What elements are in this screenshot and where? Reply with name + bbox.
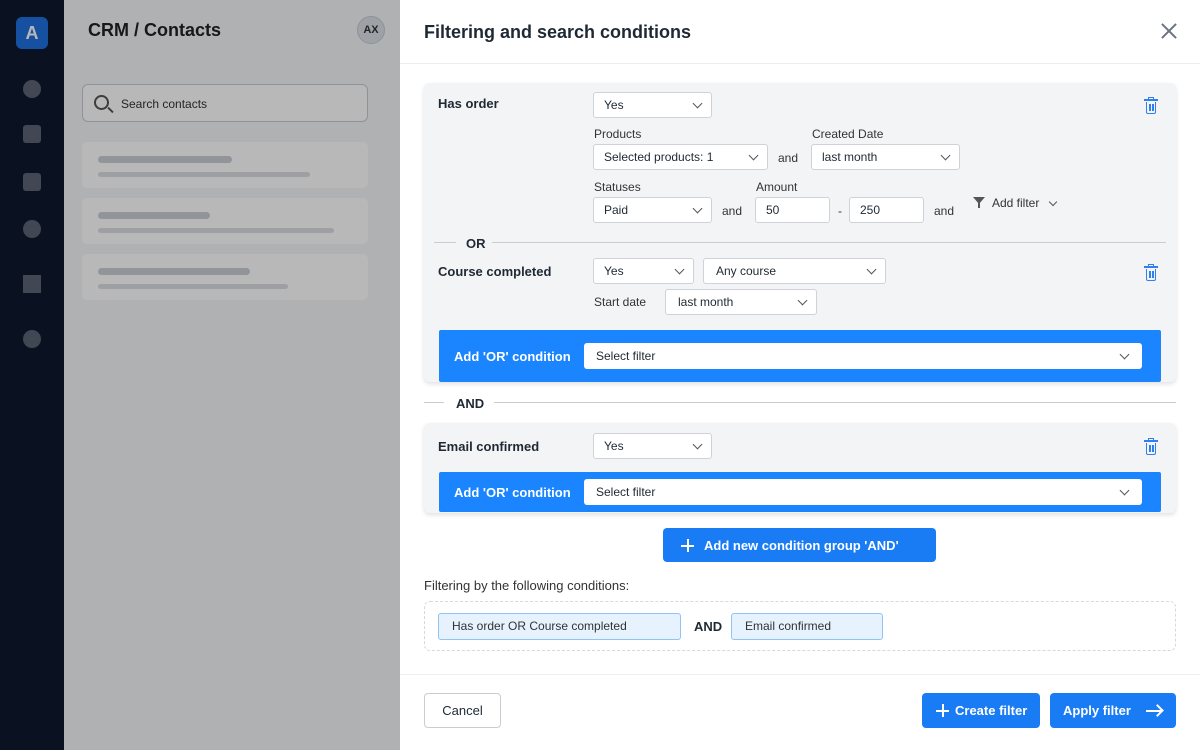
and-divider-line [494, 402, 1176, 403]
statuses-label: Statuses [594, 180, 641, 194]
filter-panel: Filtering and search conditions Has orde… [400, 0, 1200, 750]
apply-filter-label: Apply filter [1063, 703, 1131, 718]
products-label: Products [594, 127, 642, 141]
and-connector: and [778, 151, 799, 165]
amount-label: Amount [756, 180, 798, 194]
email-confirmed-select[interactable]: Yes [593, 433, 712, 459]
range-separator: - [838, 204, 842, 218]
summary-chip[interactable]: Email confirmed [731, 613, 883, 640]
add-or-condition-bar: Add 'OR' condition Select filter [439, 472, 1161, 512]
chevron-down-icon [674, 264, 685, 275]
condition-group-2: Email confirmed Yes Add 'OR' condition S… [424, 423, 1176, 513]
chevron-down-icon [797, 295, 808, 306]
and-divider: AND [456, 396, 485, 411]
add-condition-group-label: Add new condition group 'AND' [704, 538, 899, 553]
summary-label: Filtering by the following conditions: [424, 578, 630, 593]
course-value: Any course [716, 264, 777, 278]
products-select[interactable]: Selected products: 1 [593, 144, 768, 170]
course-completed-value: Yes [604, 264, 624, 278]
condition-label-email-confirmed: Email confirmed [438, 439, 540, 454]
condition-label-course-completed: Course completed [438, 264, 552, 279]
chevron-down-icon [692, 98, 703, 109]
start-date-value: last month [678, 295, 734, 309]
has-order-select[interactable]: Yes [593, 92, 712, 118]
chevron-down-icon [940, 150, 951, 161]
close-icon[interactable] [1160, 22, 1178, 40]
condition-label-has-order: Has order [438, 96, 499, 111]
add-or-filter-select[interactable]: Select filter [584, 343, 1142, 369]
modal-backdrop[interactable] [0, 0, 400, 750]
or-divider-line [434, 242, 456, 243]
and-connector: and [722, 204, 743, 218]
statuses-select[interactable]: Paid [593, 197, 712, 223]
add-or-condition-label: Add 'OR' condition [454, 349, 571, 364]
apply-filter-button[interactable]: Apply filter [1050, 693, 1176, 728]
trash-icon[interactable] [1144, 438, 1158, 455]
panel-footer: Cancel Create filter Apply filter [400, 674, 1200, 750]
chevron-down-icon [692, 203, 703, 214]
created-date-select[interactable]: last month [811, 144, 960, 170]
or-divider: OR [466, 236, 486, 251]
cancel-button[interactable]: Cancel [424, 693, 501, 728]
and-connector: and [934, 204, 955, 218]
funnel-icon [973, 197, 985, 208]
course-completed-select[interactable]: Yes [593, 258, 694, 284]
panel-header: Filtering and search conditions [400, 0, 1200, 64]
create-filter-label: Create filter [955, 703, 1028, 718]
select-filter-placeholder: Select filter [596, 485, 656, 499]
statuses-value: Paid [604, 203, 629, 217]
start-date-select[interactable]: last month [665, 289, 817, 315]
summary-box: Has order OR Course completed AND Email … [424, 601, 1176, 651]
summary-joiner: AND [694, 619, 723, 634]
created-date-value: last month [822, 150, 878, 164]
or-divider-line [492, 242, 1166, 243]
plus-icon [681, 539, 694, 552]
has-order-value: Yes [604, 98, 624, 112]
chevron-down-icon [1048, 197, 1058, 207]
start-date-label: Start date [594, 295, 647, 309]
panel-title: Filtering and search conditions [424, 22, 692, 42]
created-date-label: Created Date [812, 127, 884, 141]
add-or-filter-select[interactable]: Select filter [584, 479, 1142, 505]
products-value: Selected products: 1 [604, 150, 714, 164]
plus-icon [936, 704, 949, 717]
create-filter-button[interactable]: Create filter [922, 693, 1040, 728]
amount-min-input[interactable]: 50 [755, 197, 830, 223]
chevron-down-icon [1119, 349, 1130, 360]
course-select[interactable]: Any course [703, 258, 886, 284]
arrow-right-icon [1146, 705, 1162, 717]
condition-group-1: Has order Yes Products Selected products… [424, 83, 1176, 382]
chevron-down-icon [866, 264, 877, 275]
select-filter-placeholder: Select filter [596, 349, 656, 363]
add-or-condition-bar: Add 'OR' condition Select filter [439, 330, 1161, 382]
summary-chip[interactable]: Has order OR Course completed [438, 613, 681, 640]
email-confirmed-value: Yes [604, 439, 624, 453]
and-divider-line [424, 402, 444, 403]
chevron-down-icon [1119, 485, 1130, 496]
add-condition-group-button[interactable]: Add new condition group 'AND' [663, 528, 936, 562]
add-filter-button[interactable]: Add filter [992, 196, 1039, 210]
trash-icon[interactable] [1144, 97, 1158, 114]
trash-icon[interactable] [1144, 264, 1158, 281]
chevron-down-icon [748, 150, 759, 161]
chevron-down-icon [692, 439, 703, 450]
amount-max-input[interactable]: 250 [849, 197, 924, 223]
add-or-condition-label: Add 'OR' condition [454, 485, 571, 500]
